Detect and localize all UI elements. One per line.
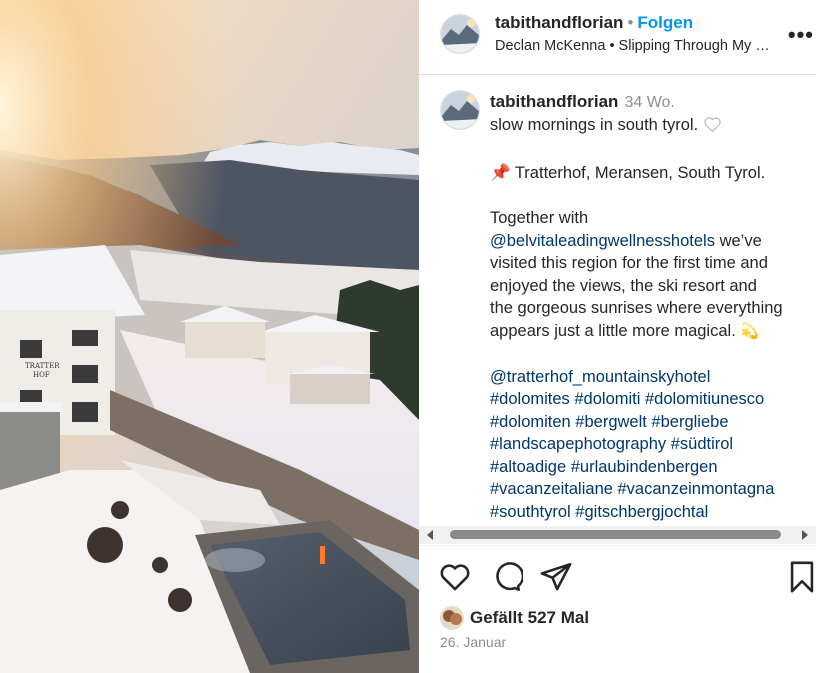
- audio-track[interactable]: Declan McKenna • Slipping Through My …: [495, 38, 780, 54]
- liker-avatar: [440, 606, 464, 630]
- svg-text:TRATTER: TRATTER: [25, 362, 60, 370]
- location-line: Tratterhof, Meransen, South Tyrol.: [514, 164, 766, 182]
- caption-line: appears just a little more magical.: [490, 321, 736, 340]
- header-username[interactable]: tabithandflorian: [495, 13, 623, 32]
- hashtag-line[interactable]: #vacanzeitaliane #vacanzeinmontagna: [490, 478, 810, 501]
- mention-link[interactable]: @tratterhof_mountainskyhotel: [490, 366, 810, 389]
- header-title-line: tabithandflorian • Folgen: [495, 13, 693, 33]
- post-photo[interactable]: TRATTER HOF: [0, 0, 419, 673]
- scroll-left-icon[interactable]: [427, 530, 433, 540]
- likes-row[interactable]: Gefällt 527 Mal: [440, 606, 589, 630]
- caption-avatar[interactable]: [440, 90, 480, 130]
- share-icon[interactable]: [539, 560, 573, 594]
- caption-line: the gorgeous sunrises where everything: [490, 299, 783, 317]
- scrollbar-thumb[interactable]: [450, 530, 781, 539]
- separator-dot: •: [627, 13, 634, 32]
- mention-link[interactable]: @belvitaleadingwellnesshotels: [490, 232, 715, 250]
- white-heart-icon: [703, 116, 722, 140]
- action-bar: Gefällt 527 Mal 26. Januar: [419, 545, 816, 673]
- dizzy-icon: 💫: [740, 322, 760, 340]
- post-side-panel: tabithandflorian • Folgen Declan McKenna •…: [419, 0, 816, 673]
- hashtag-line[interactable]: #dolomites #dolomiti #dolomitiunesco: [490, 388, 810, 411]
- caption-line: we’ve: [719, 231, 762, 250]
- pushpin-icon: 📌: [490, 164, 511, 182]
- caption-username[interactable]: tabithandflorian: [490, 92, 618, 111]
- follow-button[interactable]: Folgen: [637, 13, 693, 32]
- likes-count[interactable]: Gefällt 527 Mal: [470, 608, 589, 628]
- together-line-1: Together with: [490, 209, 589, 227]
- heart-icon[interactable]: [438, 560, 472, 594]
- post-age: 34 Wo.: [624, 94, 675, 111]
- post-header: tabithandflorian • Folgen Declan McKenna •…: [419, 0, 816, 75]
- bookmark-icon[interactable]: [787, 560, 816, 594]
- caption-line: enjoyed the views, the ski resort and: [490, 276, 757, 295]
- hashtag-line[interactable]: #landscapephotography #südtirol: [490, 433, 810, 456]
- caption-line: visited this region for the first time a…: [490, 254, 768, 272]
- profile-avatar[interactable]: [440, 14, 480, 54]
- more-options-icon[interactable]: •••: [788, 22, 814, 48]
- caption-header: tabithandflorian 34 Wo.: [490, 92, 675, 112]
- hashtag-line[interactable]: #southtyrol #gitschbergjochtal: [490, 501, 810, 524]
- post-date: 26. Januar: [440, 634, 507, 650]
- caption-text: slow mornings in south tyrol. 📌 Tratterh…: [490, 114, 810, 526]
- hashtag-line[interactable]: #altoadige #urlaubindenbergen: [490, 456, 810, 479]
- horizontal-scrollbar[interactable]: [419, 526, 816, 544]
- comment-icon[interactable]: [489, 560, 523, 594]
- caption-area: tabithandflorian 34 Wo. slow mornings in …: [419, 76, 816, 526]
- hashtag-line[interactable]: #dolomiten #bergwelt #bergliebe: [490, 411, 810, 434]
- scroll-right-icon[interactable]: [802, 530, 808, 540]
- svg-text:HOF: HOF: [33, 371, 50, 379]
- caption-line: slow mornings in south tyrol.: [490, 116, 699, 134]
